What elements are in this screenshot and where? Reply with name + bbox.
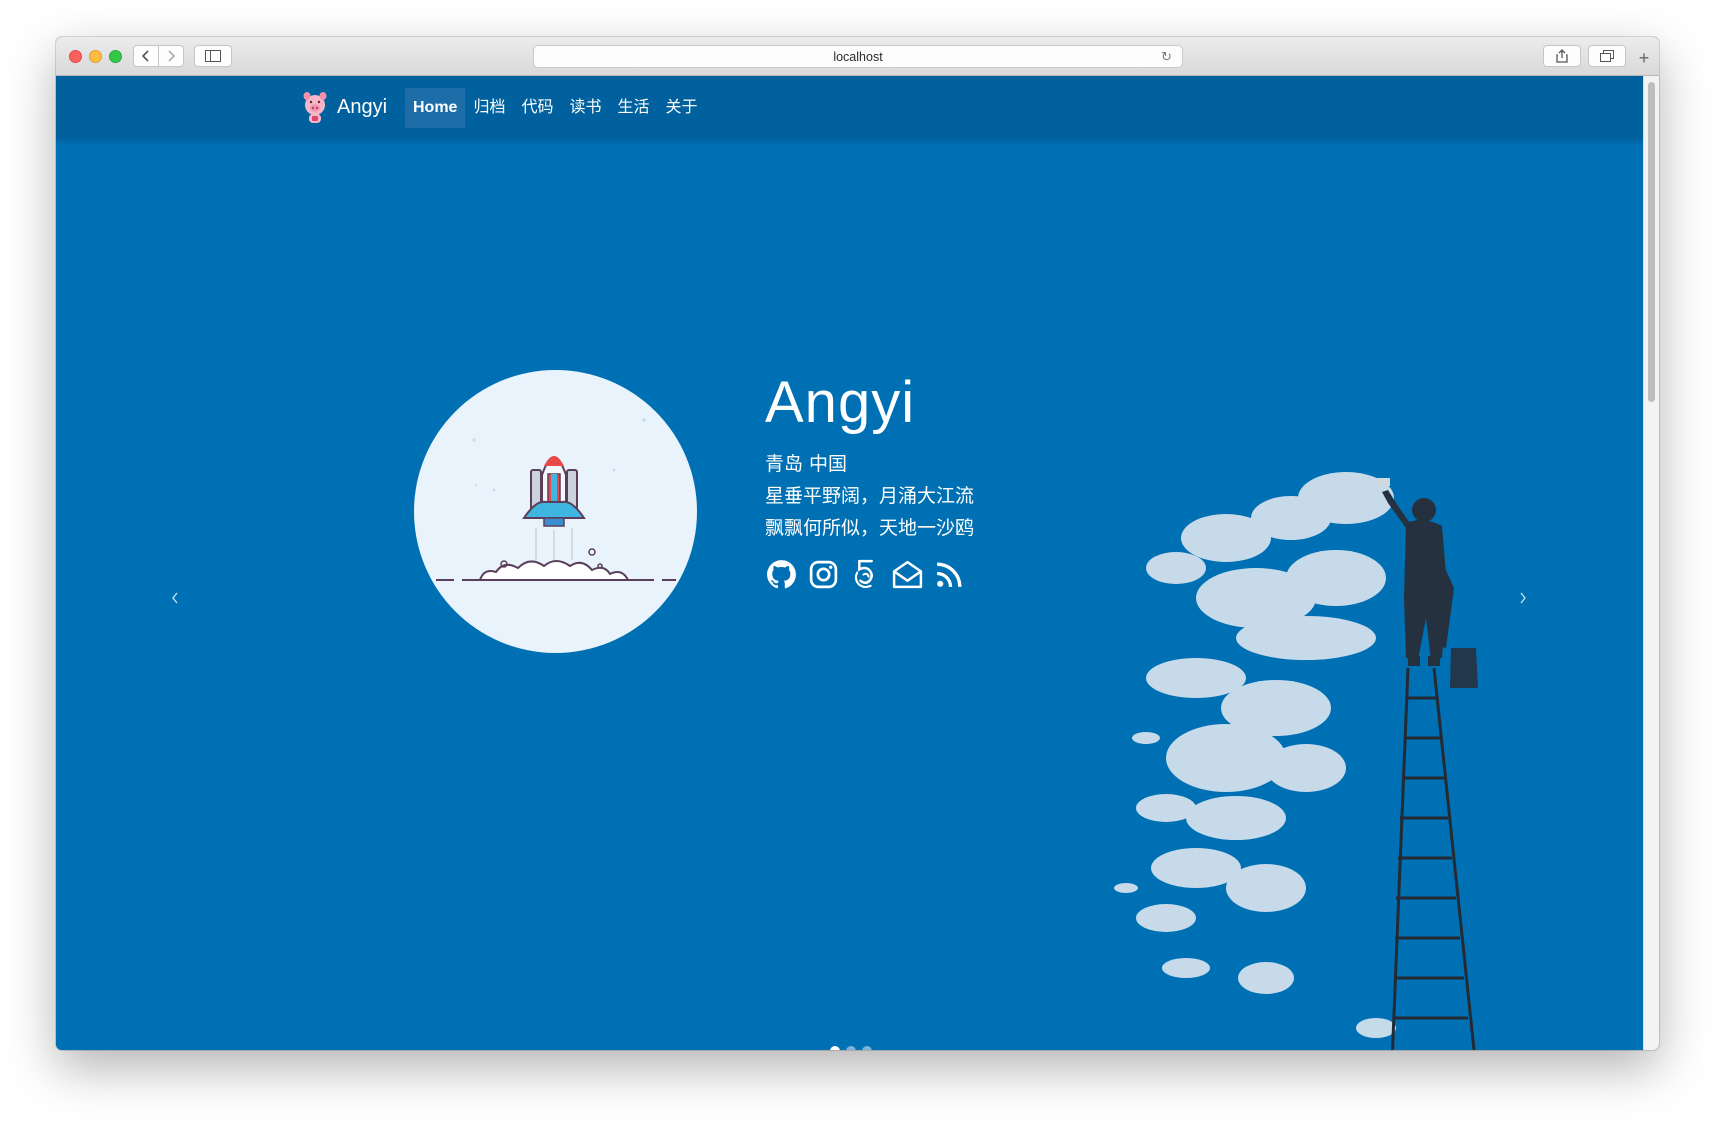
back-button[interactable] — [133, 45, 159, 67]
share-icon — [1556, 49, 1568, 63]
500px-icon[interactable] — [849, 558, 882, 591]
nav-item-code[interactable]: 代码 — [513, 88, 561, 128]
chevron-right-icon — [168, 50, 176, 62]
rocket-illustration-icon — [436, 418, 676, 581]
show-tabs-button[interactable] — [1588, 45, 1626, 67]
page-viewport: Angyi Home 归档 代码 读书 生活 关于 Angyi 青岛 中国 星垂… — [56, 76, 1643, 1050]
email-icon[interactable] — [891, 558, 924, 591]
profile-name: Angyi — [765, 370, 916, 435]
browser-window: localhost ↻ + Angyi Home 归档 代码 读书 生活 关于 … — [56, 37, 1659, 1050]
carousel-prev-button[interactable] — [170, 586, 180, 612]
nav-item-about[interactable]: 关于 — [658, 88, 706, 128]
avatar — [414, 370, 697, 653]
instagram-icon[interactable] — [807, 558, 840, 591]
brand[interactable]: Angyi — [301, 89, 387, 125]
minimize-window-button[interactable] — [89, 50, 102, 63]
carousel-indicators — [830, 1046, 872, 1050]
nav-item-archive[interactable]: 归档 — [465, 88, 513, 128]
pig-logo-icon — [303, 92, 327, 123]
plus-icon[interactable]: + — [1634, 48, 1654, 68]
rss-icon[interactable] — [933, 558, 966, 591]
profile: Angyi 青岛 中国 星垂平野阔，月涌大江流 飘飘何所似，天地一沙鸥 — [765, 374, 974, 591]
chevron-left-icon — [172, 592, 178, 604]
address-bar[interactable]: localhost ↻ — [533, 45, 1183, 68]
social-links — [765, 558, 974, 591]
brand-name: Angyi — [337, 95, 388, 118]
carousel-dot-2[interactable] — [846, 1046, 856, 1050]
scrollbar-thumb[interactable] — [1648, 82, 1655, 402]
github-icon[interactable] — [765, 558, 798, 591]
tabs-icon — [1600, 50, 1614, 62]
nav-item-life[interactable]: 生活 — [610, 88, 658, 128]
forward-button[interactable] — [158, 45, 184, 67]
profile-quote-line-2: 飘飘何所似，天地一沙鸥 — [765, 517, 975, 539]
share-button[interactable] — [1543, 45, 1581, 67]
sidebar-toggle-button[interactable] — [194, 45, 232, 67]
page-scrollbar[interactable] — [1643, 76, 1659, 1050]
site-navbar: Angyi Home 归档 代码 读书 生活 关于 — [56, 76, 1643, 139]
profile-location: 青岛 中国 — [765, 453, 848, 475]
cloud-painter-illustration-icon — [1114, 472, 1478, 1050]
main-nav: Home 归档 代码 读书 生活 关于 — [405, 88, 706, 128]
nav-item-reading[interactable]: 读书 — [561, 88, 609, 128]
reload-icon[interactable]: ↻ — [1161, 49, 1172, 65]
nav-item-home[interactable]: Home — [405, 88, 466, 128]
sidebar-icon — [205, 50, 221, 62]
carousel-dot-3[interactable] — [862, 1046, 872, 1050]
maximize-window-button[interactable] — [109, 50, 122, 63]
url-text: localhost — [833, 49, 883, 64]
carousel-dot-1[interactable] — [830, 1046, 840, 1050]
close-window-button[interactable] — [69, 50, 82, 63]
chevron-left-icon — [141, 50, 149, 62]
profile-quote-line-1: 星垂平野阔，月涌大江流 — [765, 485, 975, 507]
browser-toolbar: localhost ↻ + — [56, 37, 1659, 76]
